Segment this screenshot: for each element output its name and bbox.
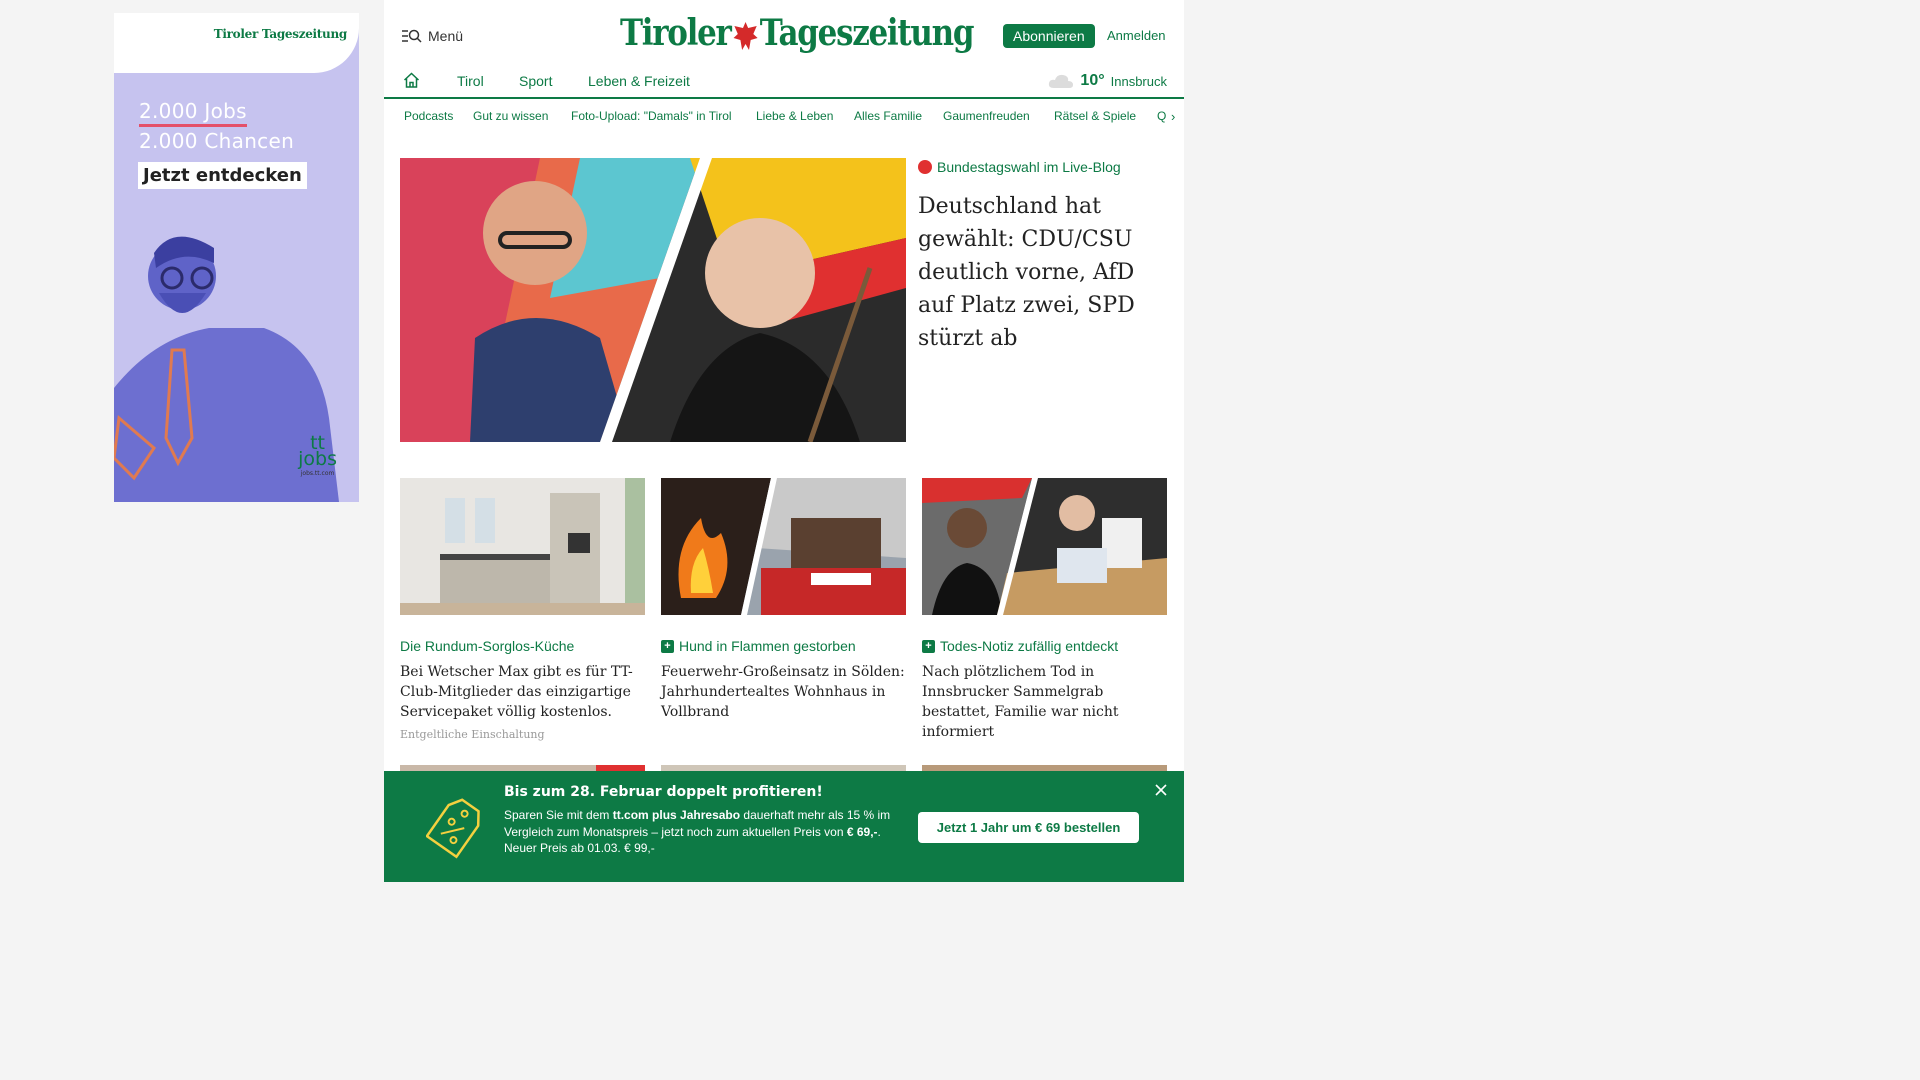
hero-image[interactable]	[400, 158, 906, 442]
subnav-item-raetsel-spiele[interactable]: Rätsel & Spiele	[1054, 109, 1136, 123]
subnav-item-liebe-leben[interactable]: Liebe & Leben	[756, 109, 833, 123]
promo-title: Bis zum 28. Februar doppelt profitieren!	[504, 784, 823, 800]
login-link[interactable]: Anmelden	[1107, 28, 1166, 43]
subnav-item-foto-upload[interactable]: Foto-Upload: "Damals" in Tirol	[571, 109, 732, 123]
menu-search-icon	[402, 29, 422, 43]
site-header: Menü Tiroler Tageszeitung Abonnieren Anme…	[384, 0, 1184, 64]
article-teaser: Feuerwehr-Großeinsatz in Sölden: Jahrhun…	[661, 664, 905, 720]
subscription-promo-banner: Bis zum 28. Februar doppelt profitieren!…	[384, 771, 1184, 882]
article-image-fire	[661, 478, 906, 615]
menu-button[interactable]: Menü	[402, 28, 463, 44]
article-image-kitchen	[400, 478, 645, 615]
price-tag-icon	[426, 798, 480, 859]
menu-label: Menü	[428, 28, 464, 44]
nav-item-tirol[interactable]: Tirol	[457, 73, 484, 89]
subnav-item-podcasts[interactable]: Podcasts	[404, 109, 453, 123]
weather-widget[interactable]: 10° Innsbruck	[1048, 72, 1167, 90]
sub-navigation: Podcasts Gut zu wissen Foto-Upload: "Dam…	[384, 100, 1184, 132]
eagle-icon	[733, 22, 758, 50]
ad-cta-button[interactable]: Jetzt entdecken	[138, 162, 307, 189]
subnav-item-alles-familie[interactable]: Alles Familie	[854, 109, 922, 123]
site-logo[interactable]: Tiroler Tageszeitung	[620, 12, 975, 54]
nav-item-sport[interactable]: Sport	[519, 73, 552, 89]
plus-icon: +	[661, 639, 674, 653]
article-kicker: + Todes-Notiz zufällig entdeckt	[922, 638, 1167, 654]
logo-text-left: Tiroler	[620, 12, 732, 54]
order-subscription-button[interactable]: Jetzt 1 Jahr um € 69 bestellen	[918, 812, 1139, 843]
promo-description: Sparen Sie mit dem tt.com plus Jahresabo…	[504, 808, 891, 855]
article-image-notice	[922, 478, 1167, 615]
subnav-item-gut-zu-wissen[interactable]: Gut zu wissen	[473, 109, 548, 123]
article-kicker: Die Rundum-Sorglos-Küche	[400, 638, 575, 654]
article-card[interactable]: + Todes-Notiz zufällig entdeckt Nach plö…	[922, 478, 1167, 742]
live-dot-icon	[918, 160, 932, 174]
home-icon[interactable]	[403, 72, 420, 88]
close-icon[interactable]	[1155, 784, 1167, 796]
cloud-icon	[1049, 74, 1074, 88]
ad-headline-chances: 2.000 Chancen	[139, 129, 295, 153]
subnav-item-gaumenfreuden[interactable]: Gaumenfreuden	[943, 109, 1030, 123]
hero-kicker[interactable]: Bundestagswahl im Live-Blog	[918, 159, 1121, 175]
hero-kicker-text: Bundestagswahl im Live-Blog	[937, 159, 1121, 175]
subnav-item-truncated[interactable]: Q	[1157, 109, 1166, 123]
paid-content-label: Entgeltliche Einschaltung	[400, 728, 545, 741]
ad-headline-jobs: 2.000 Jobs	[139, 99, 247, 127]
ad-top-strip	[114, 13, 359, 73]
plus-icon: +	[922, 639, 935, 653]
subscribe-button[interactable]: Abonnieren	[1003, 24, 1095, 48]
weather-city: Innsbruck	[1110, 73, 1167, 89]
ad-logo: Tiroler Tageszeitung	[213, 27, 348, 41]
main-page: Menü Tiroler Tageszeitung Abonnieren Anme…	[384, 0, 1184, 882]
logo-text-right: Tageszeitung	[759, 12, 975, 54]
article-card[interactable]: Die Rundum-Sorglos-Küche Bei Wetscher Ma…	[400, 478, 645, 741]
weather-temperature: 10°	[1080, 72, 1105, 89]
hero-headline[interactable]: Deutschland hat gewählt: CDU/CSU deutlic…	[918, 190, 1172, 355]
tt-jobs-logo: tt jobs jobs.tt.com	[298, 432, 337, 478]
jobs-advertisement[interactable]: Tiroler Tageszeitung 2.000 Jobs 2.000 Ch…	[114, 13, 359, 502]
article-card[interactable]: + Hund in Flammen gestorben Feuerwehr-Gr…	[661, 478, 906, 722]
chevron-right-icon[interactable]: ›	[1171, 109, 1175, 124]
nav-item-leben-freizeit[interactable]: Leben & Freizeit	[588, 73, 690, 89]
article-teaser: Bei Wetscher Max gibt es für TT-Club-Mit…	[400, 664, 633, 720]
article-teaser: Nach plötzlichem Tod in Innsbrucker Samm…	[922, 664, 1119, 740]
article-kicker: + Hund in Flammen gestorben	[661, 638, 906, 654]
